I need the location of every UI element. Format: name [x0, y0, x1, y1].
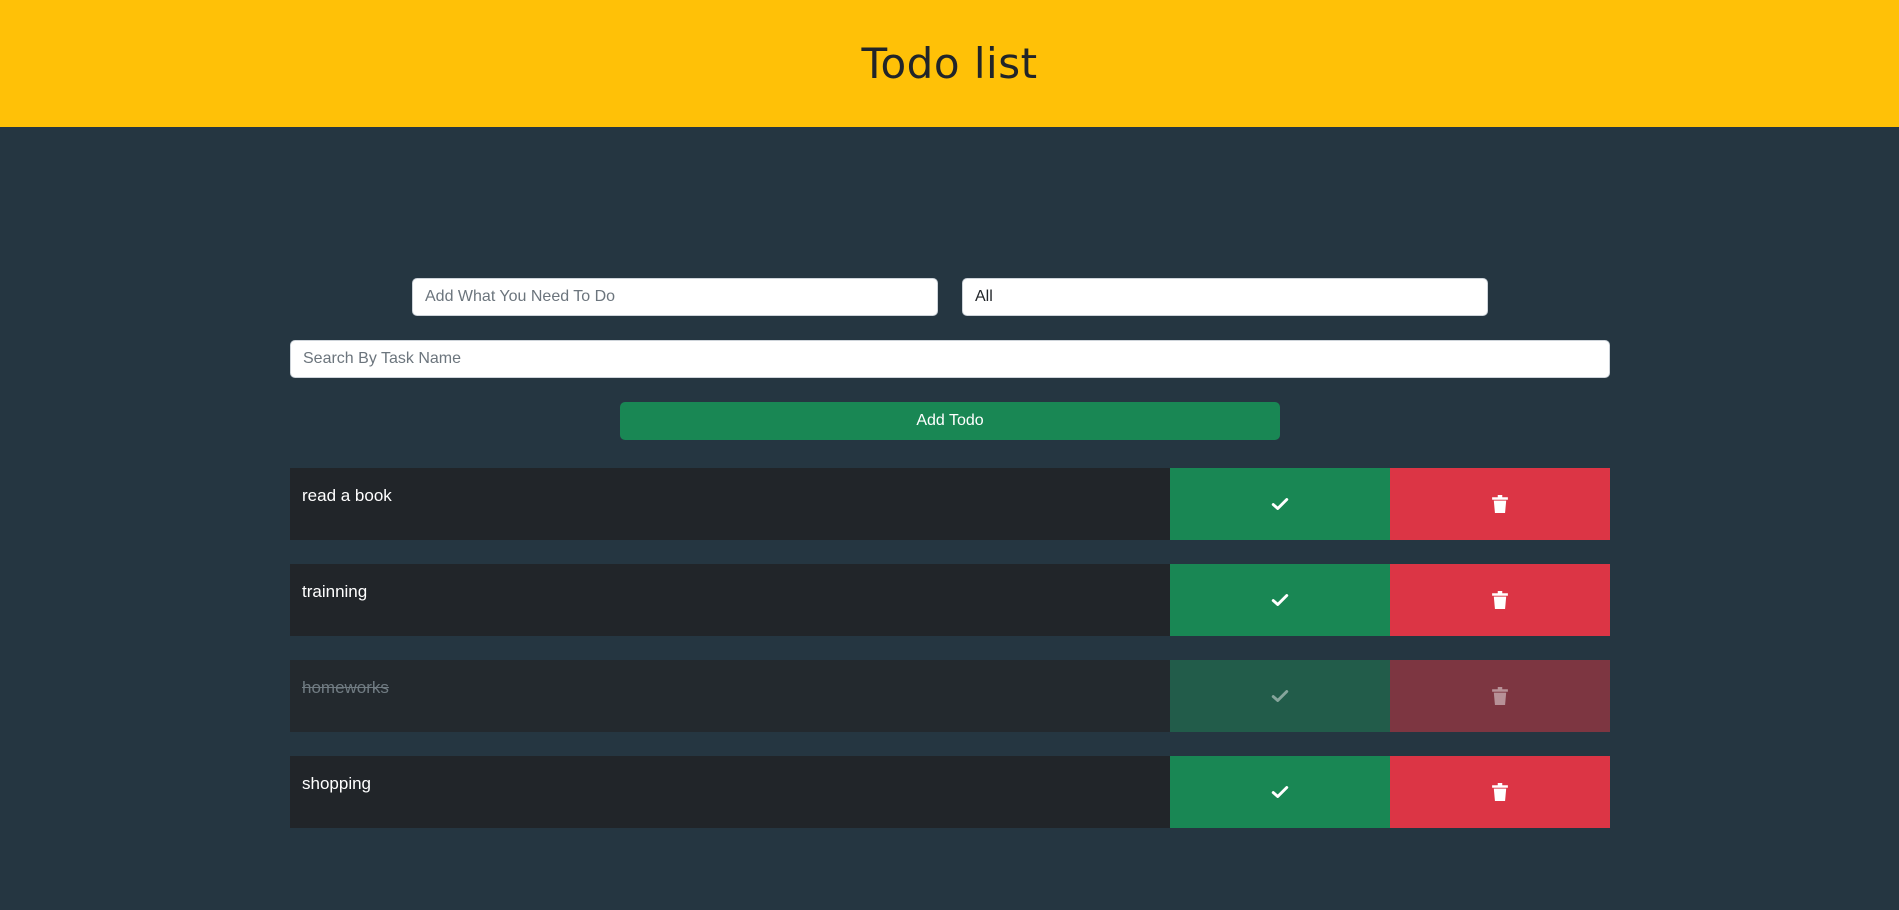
complete-button[interactable]: [1170, 756, 1390, 828]
delete-button[interactable]: [1390, 660, 1610, 732]
add-todo-button[interactable]: Add Todo: [620, 402, 1280, 440]
check-icon: [1271, 690, 1289, 702]
page-title: Todo list: [861, 39, 1038, 88]
todo-text: shopping: [290, 756, 1170, 828]
complete-button[interactable]: [1170, 564, 1390, 636]
trash-icon: [1492, 495, 1508, 513]
todo-input[interactable]: Add What You Need To Do: [412, 278, 938, 316]
filter-select[interactable]: All: [962, 278, 1488, 316]
trash-icon: [1492, 783, 1508, 801]
check-icon: [1271, 498, 1289, 510]
trash-icon: [1492, 591, 1508, 609]
todo-text: read a book: [290, 468, 1170, 540]
delete-button[interactable]: [1390, 468, 1610, 540]
search-input[interactable]: Search By Task Name: [290, 340, 1610, 378]
todo-item: homeworks: [290, 660, 1610, 732]
delete-button[interactable]: [1390, 564, 1610, 636]
complete-button[interactable]: [1170, 660, 1390, 732]
todo-text: trainning: [290, 564, 1170, 636]
delete-button[interactable]: [1390, 756, 1610, 828]
trash-icon: [1492, 687, 1508, 705]
complete-button[interactable]: [1170, 468, 1390, 540]
todo-text: homeworks: [290, 660, 1170, 732]
check-icon: [1271, 594, 1289, 606]
todo-item: trainning: [290, 564, 1610, 636]
header: Todo list: [0, 0, 1899, 127]
todo-item: shopping: [290, 756, 1610, 828]
check-icon: [1271, 786, 1289, 798]
todo-item: read a book: [290, 468, 1610, 540]
